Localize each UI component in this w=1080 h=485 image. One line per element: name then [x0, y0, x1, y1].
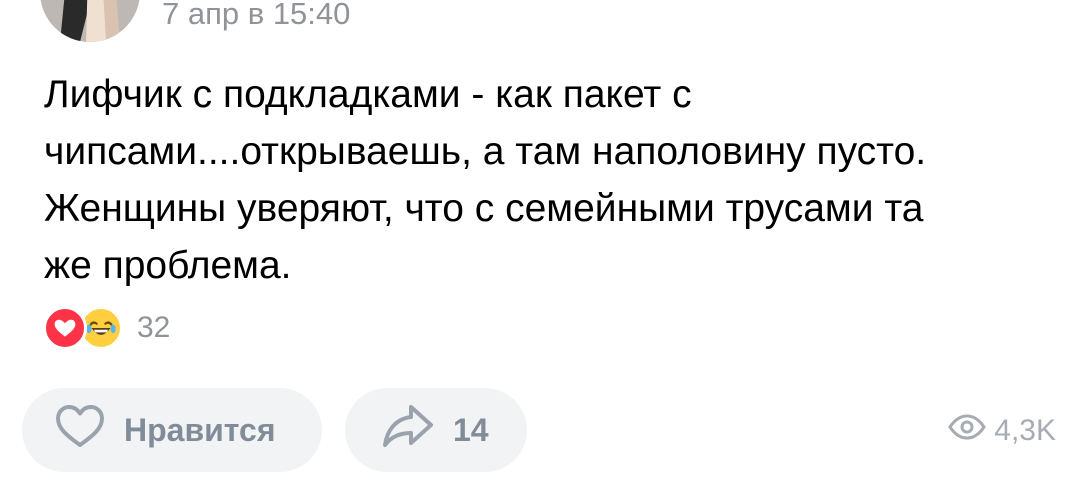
post-text-line: Женщины уверяют, что с семейными трусами… [44, 187, 924, 230]
share-button[interactable]: 14 [345, 388, 527, 472]
like-button[interactable]: Нравится [22, 388, 322, 472]
post-timestamp[interactable]: 7 апр в 15:40 [162, 0, 350, 32]
post-text-line: чипсами....открываешь, а там наполовину … [44, 130, 927, 173]
heart-outline-icon [54, 403, 106, 457]
post-header: 7 апр в 15:40 [0, 0, 1080, 50]
post-text-line: Лифчик с подкладками - как пакет с [44, 73, 692, 116]
heart-icon [43, 306, 87, 350]
like-label: Нравится [124, 411, 276, 448]
views-counter: 4,3K [948, 412, 1056, 450]
share-arrow-icon [381, 403, 435, 457]
reaction-count: 32 [137, 311, 171, 344]
share-count: 14 [453, 411, 489, 448]
post-body-text: Лифчик с подкладками - как пакет с чипса… [44, 66, 1044, 294]
eye-icon [948, 414, 987, 448]
author-avatar[interactable] [40, 0, 140, 42]
views-count: 4,3K [994, 414, 1056, 447]
post-text-line: же проблема. [44, 244, 292, 287]
reactions-summary[interactable]: 32 [43, 305, 170, 351]
